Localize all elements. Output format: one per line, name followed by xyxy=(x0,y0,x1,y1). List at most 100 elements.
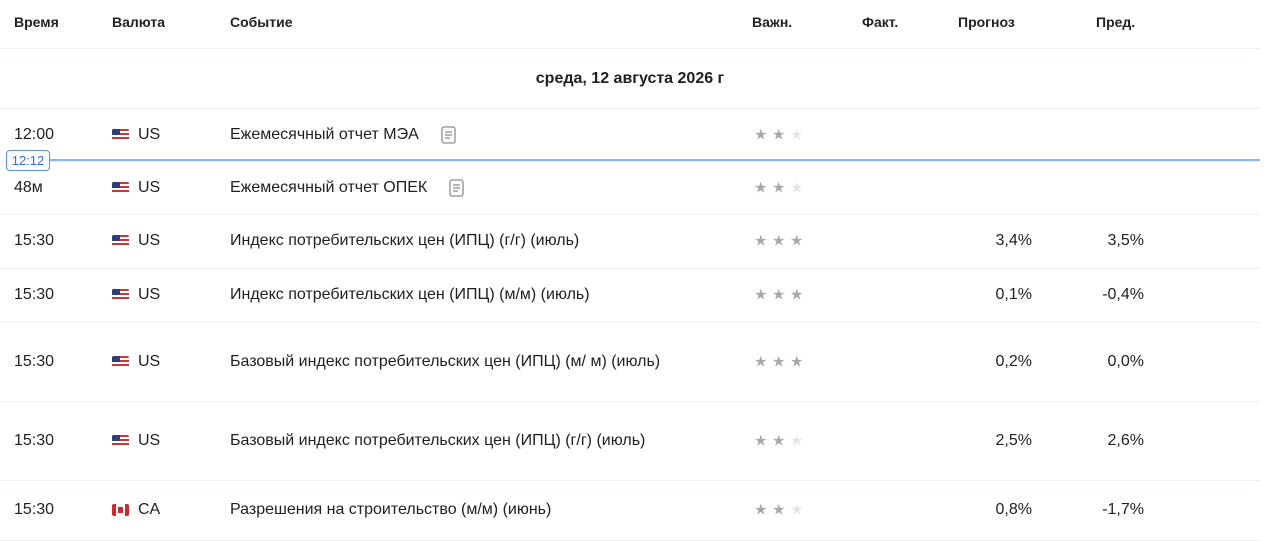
event-currency: US xyxy=(112,432,160,450)
event-title-text[interactable]: Базовый индекс потребительских цен (ИПЦ)… xyxy=(230,350,660,374)
event-time: 15:30 xyxy=(14,232,55,249)
table-row[interactable]: 48м US Ежемесячный отчет ОПЕК ★ ★ ★ xyxy=(0,161,1260,215)
day-group-label: среда, 12 августа 2026 г xyxy=(535,70,725,87)
forecast-value: 3,4% xyxy=(995,232,1032,249)
current-time-line xyxy=(50,159,1260,161)
star-filled-icon: ★ xyxy=(754,179,768,196)
event-currency: US xyxy=(112,353,160,371)
column-header-importance: Важн. xyxy=(752,14,793,30)
currency-code: US xyxy=(138,352,161,370)
table-row[interactable]: 15:30 US Базовый индекс потребительских це… xyxy=(0,322,1260,402)
previous-value: 2,6% xyxy=(1107,431,1144,449)
current-time-badge: 12:12 xyxy=(6,150,50,171)
table-header: Время Валюта Событие Важн. Факт. Прогноз… xyxy=(0,0,1260,49)
us-flag-icon xyxy=(112,235,129,247)
column-header-previous: Пред. xyxy=(1096,14,1136,30)
star-filled-icon: ★ xyxy=(754,432,768,449)
event-currency: US xyxy=(112,126,160,144)
star-filled-icon: ★ xyxy=(772,286,786,304)
star-filled-icon: ★ xyxy=(754,286,768,304)
star-filled-icon: ★ xyxy=(754,126,768,144)
event-title[interactable]: Ежемесячный отчет ОПЕК xyxy=(230,176,730,200)
currency-code: US xyxy=(138,431,161,449)
table-row[interactable]: 12:00 US Ежемесячный отчет МЭА ★ ★ ★ xyxy=(0,109,1260,162)
event-title[interactable]: Ежемесячный отчет МЭА xyxy=(230,123,730,147)
star-filled-icon: ★ xyxy=(790,353,804,370)
forecast-value: 2,5% xyxy=(995,431,1032,449)
event-title[interactable]: Базовый индекс потребительских цен (ИПЦ)… xyxy=(230,429,730,453)
star-filled-icon: ★ xyxy=(772,353,786,370)
importance-stars: ★ ★ ★ xyxy=(754,433,808,448)
star-empty-icon: ★ xyxy=(790,501,804,519)
column-header-event: Событие xyxy=(230,14,293,30)
forecast-value: 0,2% xyxy=(995,352,1032,370)
table-row[interactable]: 15:30 CA Разрешения на строительство (м/м)… xyxy=(0,480,1260,541)
star-filled-icon: ★ xyxy=(772,179,786,196)
star-empty-icon: ★ xyxy=(790,126,804,144)
event-currency: US xyxy=(112,286,160,304)
table-row[interactable]: 15:30 US Индекс потребительских цен (ИПЦ) … xyxy=(0,268,1260,323)
event-title[interactable]: Базовый индекс потребительских цен (ИПЦ)… xyxy=(230,350,730,374)
currency-code: US xyxy=(138,286,161,303)
event-currency: CA xyxy=(112,501,160,519)
event-title-text[interactable]: Базовый индекс потребительских цен (ИПЦ)… xyxy=(230,429,645,453)
star-filled-icon: ★ xyxy=(790,286,804,304)
column-header-time: Время xyxy=(14,14,59,30)
column-header-currency: Валюта xyxy=(112,14,166,30)
us-flag-icon xyxy=(112,129,129,141)
importance-stars: ★ ★ ★ xyxy=(754,288,808,303)
importance-stars: ★ ★ ★ xyxy=(754,503,808,518)
star-empty-icon: ★ xyxy=(790,179,804,196)
event-time: 15:30 xyxy=(14,431,55,449)
column-header-actual: Факт. xyxy=(862,14,899,30)
event-currency: US xyxy=(112,232,160,250)
event-title[interactable]: Разрешения на строительство (м/м) (июнь) xyxy=(230,498,730,522)
day-group-header: среда, 12 августа 2026 г xyxy=(0,48,1260,109)
event-time: 15:30 xyxy=(14,286,55,303)
star-filled-icon: ★ xyxy=(790,232,804,250)
event-currency: US xyxy=(112,179,160,197)
previous-value: 0,0% xyxy=(1107,352,1144,370)
event-title-text[interactable]: Ежемесячный отчет МЭА xyxy=(230,123,419,147)
event-title-text[interactable]: Индекс потребительских цен (ИПЦ) (м/м) (… xyxy=(230,283,590,307)
currency-code: US xyxy=(138,232,161,249)
forecast-value: 0,1% xyxy=(995,286,1032,303)
currency-code: CA xyxy=(138,501,161,518)
us-flag-icon xyxy=(112,181,129,194)
column-header-forecast: Прогноз xyxy=(958,14,1015,30)
currency-code: US xyxy=(138,126,161,143)
event-time: 15:30 xyxy=(14,501,55,518)
table-row[interactable]: 15:30 US Базовый индекс потребительских це… xyxy=(0,401,1260,481)
star-filled-icon: ★ xyxy=(772,126,786,144)
event-time: 15:30 xyxy=(14,352,55,370)
forecast-value: 0,8% xyxy=(995,501,1032,518)
ca-flag-icon xyxy=(112,504,129,516)
event-title-text[interactable]: Разрешения на строительство (м/м) (июнь) xyxy=(230,498,551,522)
star-filled-icon: ★ xyxy=(754,501,768,519)
currency-code: US xyxy=(138,178,161,196)
event-title-text[interactable]: Индекс потребительских цен (ИПЦ) (г/г) (… xyxy=(230,229,579,253)
us-flag-icon xyxy=(112,355,129,368)
star-filled-icon: ★ xyxy=(754,232,768,250)
previous-value: 3,5% xyxy=(1107,232,1144,249)
us-flag-icon xyxy=(112,289,129,301)
star-filled-icon: ★ xyxy=(754,353,768,370)
star-filled-icon: ★ xyxy=(772,432,786,449)
event-time: 48м xyxy=(14,178,43,196)
event-title-text[interactable]: Ежемесячный отчет ОПЕК xyxy=(230,176,427,200)
event-title[interactable]: Индекс потребительских цен (ИПЦ) (г/г) (… xyxy=(230,229,730,253)
document-icon[interactable] xyxy=(449,178,464,197)
star-filled-icon: ★ xyxy=(772,232,786,250)
event-time: 12:00 xyxy=(14,126,55,143)
previous-value: -0,4% xyxy=(1102,286,1144,303)
previous-value: -1,7% xyxy=(1102,501,1144,518)
importance-stars: ★ ★ ★ xyxy=(754,354,808,369)
document-icon[interactable] xyxy=(441,126,456,144)
table-row[interactable]: 15:30 US Индекс потребительских цен (ИПЦ) … xyxy=(0,214,1260,269)
importance-stars: ★ ★ ★ xyxy=(754,128,808,143)
importance-stars: ★ ★ ★ xyxy=(754,180,808,195)
star-empty-icon: ★ xyxy=(790,432,804,449)
event-title[interactable]: Индекс потребительских цен (ИПЦ) (м/м) (… xyxy=(230,283,730,307)
star-filled-icon: ★ xyxy=(772,501,786,519)
us-flag-icon xyxy=(112,434,129,447)
